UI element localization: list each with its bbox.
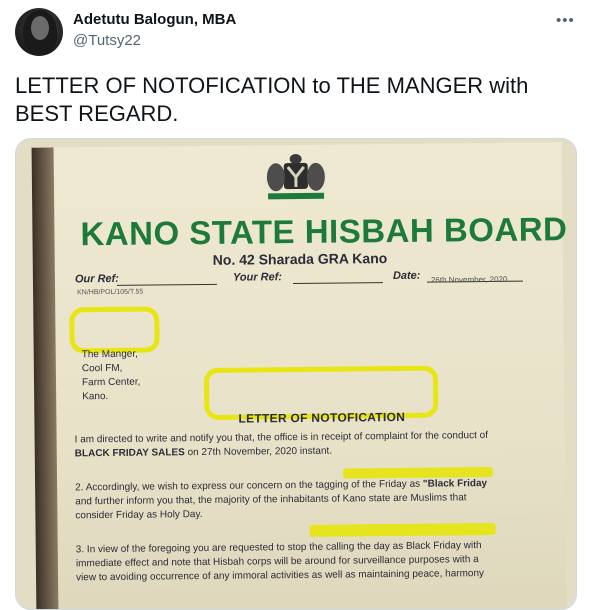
more-horizontal-icon[interactable]: •••: [556, 12, 575, 29]
date-label: Date:: [392, 269, 421, 283]
paragraph-1-tail: on 27th November, 2020 instant.: [187, 445, 333, 459]
paragraph-1-bold: BLACK FRIDAY SALES: [74, 447, 185, 460]
author-name[interactable]: Adetutu Balogun, MBA: [73, 11, 236, 28]
paragraph-2-text: 2. Accordingly, we wish to express our c…: [75, 478, 421, 494]
highlight-bar-2: [309, 522, 496, 537]
paragraph-1: I am directed to write and notify you th…: [75, 428, 555, 461]
paragraph-3: 3. In view of the foregoing you are requ…: [76, 538, 556, 585]
our-ref-label: Our Ref:: [74, 272, 119, 286]
paragraph-2-line-3: consider Friday as Holy Day.: [75, 509, 203, 522]
tweet-card: Adetutu Balogun, MBA @Tutsy22 ••• LETTER…: [0, 0, 590, 610]
letter-document: KANO STATE HISBAH BOARD No. 42 Sharada G…: [31, 142, 568, 609]
date-value: 26th November, 2020: [430, 274, 508, 285]
recipient-line-4: Kano.: [82, 390, 109, 403]
author-handle[interactable]: @Tutsy22: [73, 32, 141, 49]
our-ref-rule: [116, 283, 217, 286]
paragraph-1-text: I am directed to write and notify you th…: [74, 430, 489, 446]
avatar-face: [31, 16, 49, 40]
recipient-line-3: Farm Center,: [81, 376, 141, 389]
recipient-line-1: The Manger,: [81, 348, 138, 361]
photo-edge-shadow: [31, 147, 59, 609]
paragraph-2-bold: "Black Friday: [422, 478, 488, 490]
tweet-text: LETTER OF NOTOFICATION to THE MANGER wit…: [15, 73, 529, 126]
avatar[interactable]: [15, 8, 63, 56]
your-ref-rule: [292, 282, 383, 285]
letter-heading: LETTER OF NOTOFICATION: [238, 409, 406, 426]
coat-of-arms-icon: [266, 154, 325, 200]
paragraph-3-line-3: view to avoiding occurrence of any immor…: [76, 568, 485, 584]
your-ref-label: Your Ref:: [232, 271, 283, 284]
board-address: No. 42 Sharada GRA Kano: [212, 250, 388, 268]
recipient-line-2: Cool FM,: [81, 362, 123, 375]
paragraph-3-line-1: 3. In view of the foregoing you are requ…: [75, 540, 482, 556]
board-title: KANO STATE HISBAH BOARD: [80, 210, 568, 253]
tweet-media-image[interactable]: KANO STATE HISBAH BOARD No. 42 Sharada G…: [15, 138, 577, 610]
paragraph-2-line-2: and further inform you that, the majorit…: [75, 492, 467, 508]
highlight-recipient: [69, 306, 160, 354]
our-ref-value: KN/HB/POL/105/T.55: [77, 288, 144, 297]
paragraph-2: 2. Accordingly, we wish to express our c…: [75, 476, 555, 523]
paragraph-3-line-2: immediate effect and note that Hisbah co…: [75, 554, 479, 570]
